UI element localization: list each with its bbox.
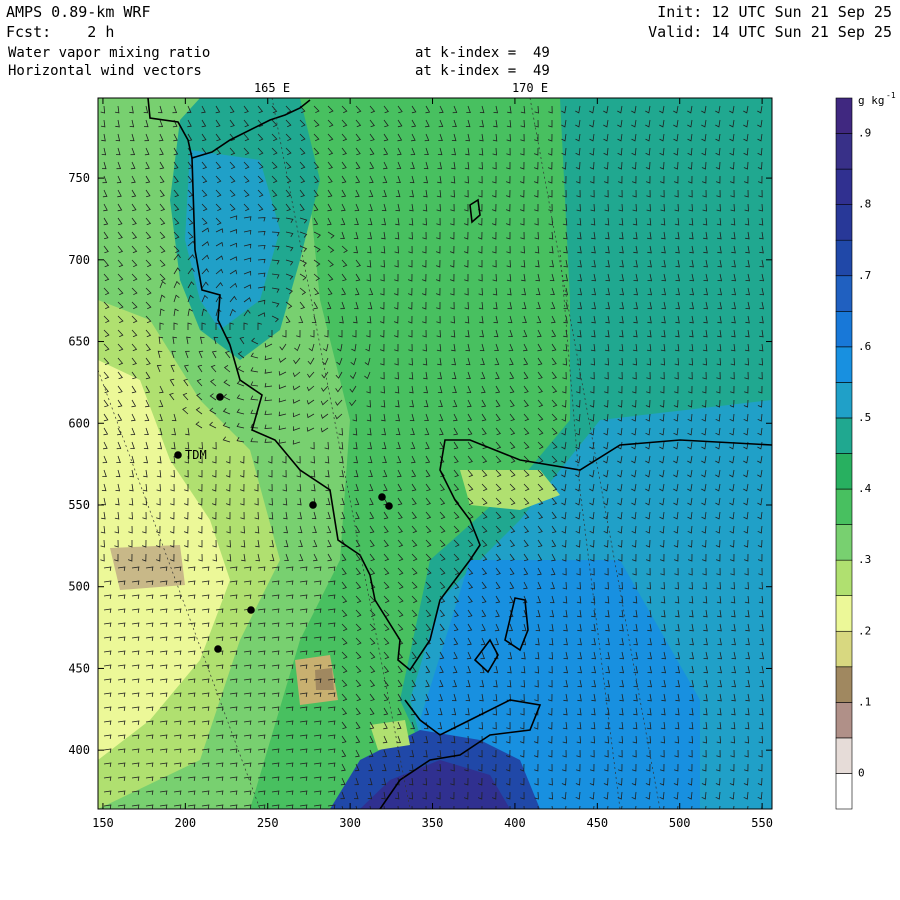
colorbar: 0 .1 .2 .3 .4 .5 .6 .7 .8 .9	[835, 97, 872, 810]
station-dot	[216, 393, 224, 401]
colorbar-segment	[835, 346, 853, 383]
colorbar-segment	[835, 630, 853, 668]
x-tick-label: 350	[422, 816, 444, 830]
colorbar-segment	[835, 453, 853, 490]
x-tick-label: 150	[92, 816, 114, 830]
y-tick-label: 450	[68, 661, 90, 675]
colorbar-label: .6	[858, 340, 871, 353]
colorbar-segment	[835, 204, 853, 241]
station-dot	[247, 606, 255, 614]
colorbar-label: .5	[858, 411, 871, 424]
station-dot	[174, 451, 182, 459]
colorbar-segment	[835, 133, 853, 170]
field-brown-spot	[315, 668, 334, 690]
colorbar-label: .8	[858, 198, 871, 211]
colorbar-unit: g kg	[858, 94, 885, 107]
colorbar-segment	[835, 702, 853, 739]
station-dot	[214, 645, 222, 653]
station-label: TDM	[185, 448, 207, 462]
colorbar-label: .4	[858, 482, 872, 495]
y-tick-label: 600	[68, 416, 90, 430]
colorbar-segment	[835, 559, 853, 597]
colorbar-label: .9	[858, 127, 871, 140]
colorbar-label: .2	[858, 624, 871, 637]
colorbar-label: .1	[858, 695, 871, 708]
colorbar-segment	[835, 773, 853, 810]
x-tick-label: 250	[257, 816, 279, 830]
colorbar-segment	[835, 382, 853, 419]
colorbar-segment	[835, 524, 853, 561]
map-plot: TDM 150 200 250 300 350 400 450 500 550 400 450 50…	[68, 81, 896, 830]
longitude-labels: 165 E 170 E	[254, 81, 548, 95]
x-tick-label: 300	[339, 816, 361, 830]
colorbar-segment	[835, 310, 853, 348]
colorbar-segment	[835, 488, 853, 525]
y-tick-label: 700	[68, 253, 90, 267]
y-tick-label: 400	[68, 743, 90, 757]
colorbar-label: 0	[858, 766, 865, 779]
colorbar-segment	[835, 168, 853, 205]
station-dot	[385, 502, 393, 510]
x-tick-label: 450	[586, 816, 608, 830]
station-dot	[309, 501, 317, 509]
y-tick-label: 750	[68, 171, 90, 185]
station-dot	[378, 493, 386, 501]
colorbar-segment	[835, 275, 853, 312]
colorbar-label: .7	[858, 269, 871, 282]
x-tick-label: 200	[174, 816, 196, 830]
colorbar-segment	[835, 97, 853, 134]
y-tick-label: 500	[68, 580, 90, 594]
colorbar-label: .3	[858, 553, 871, 566]
longitude-label: 170 E	[512, 81, 548, 95]
colorbar-segment	[835, 417, 853, 454]
colorbar-segment	[835, 666, 853, 703]
colorbar-unit-exponent: -1	[886, 91, 896, 100]
x-tick-label: 550	[751, 816, 773, 830]
y-tick-label: 650	[68, 335, 90, 349]
y-tick-label: 550	[68, 498, 90, 512]
colorbar-segment	[835, 737, 853, 774]
colorbar-segment	[835, 239, 853, 277]
longitude-label: 165 E	[254, 81, 290, 95]
colorbar-segment	[835, 595, 853, 632]
x-tick-label: 400	[504, 816, 526, 830]
x-tick-label: 500	[669, 816, 691, 830]
